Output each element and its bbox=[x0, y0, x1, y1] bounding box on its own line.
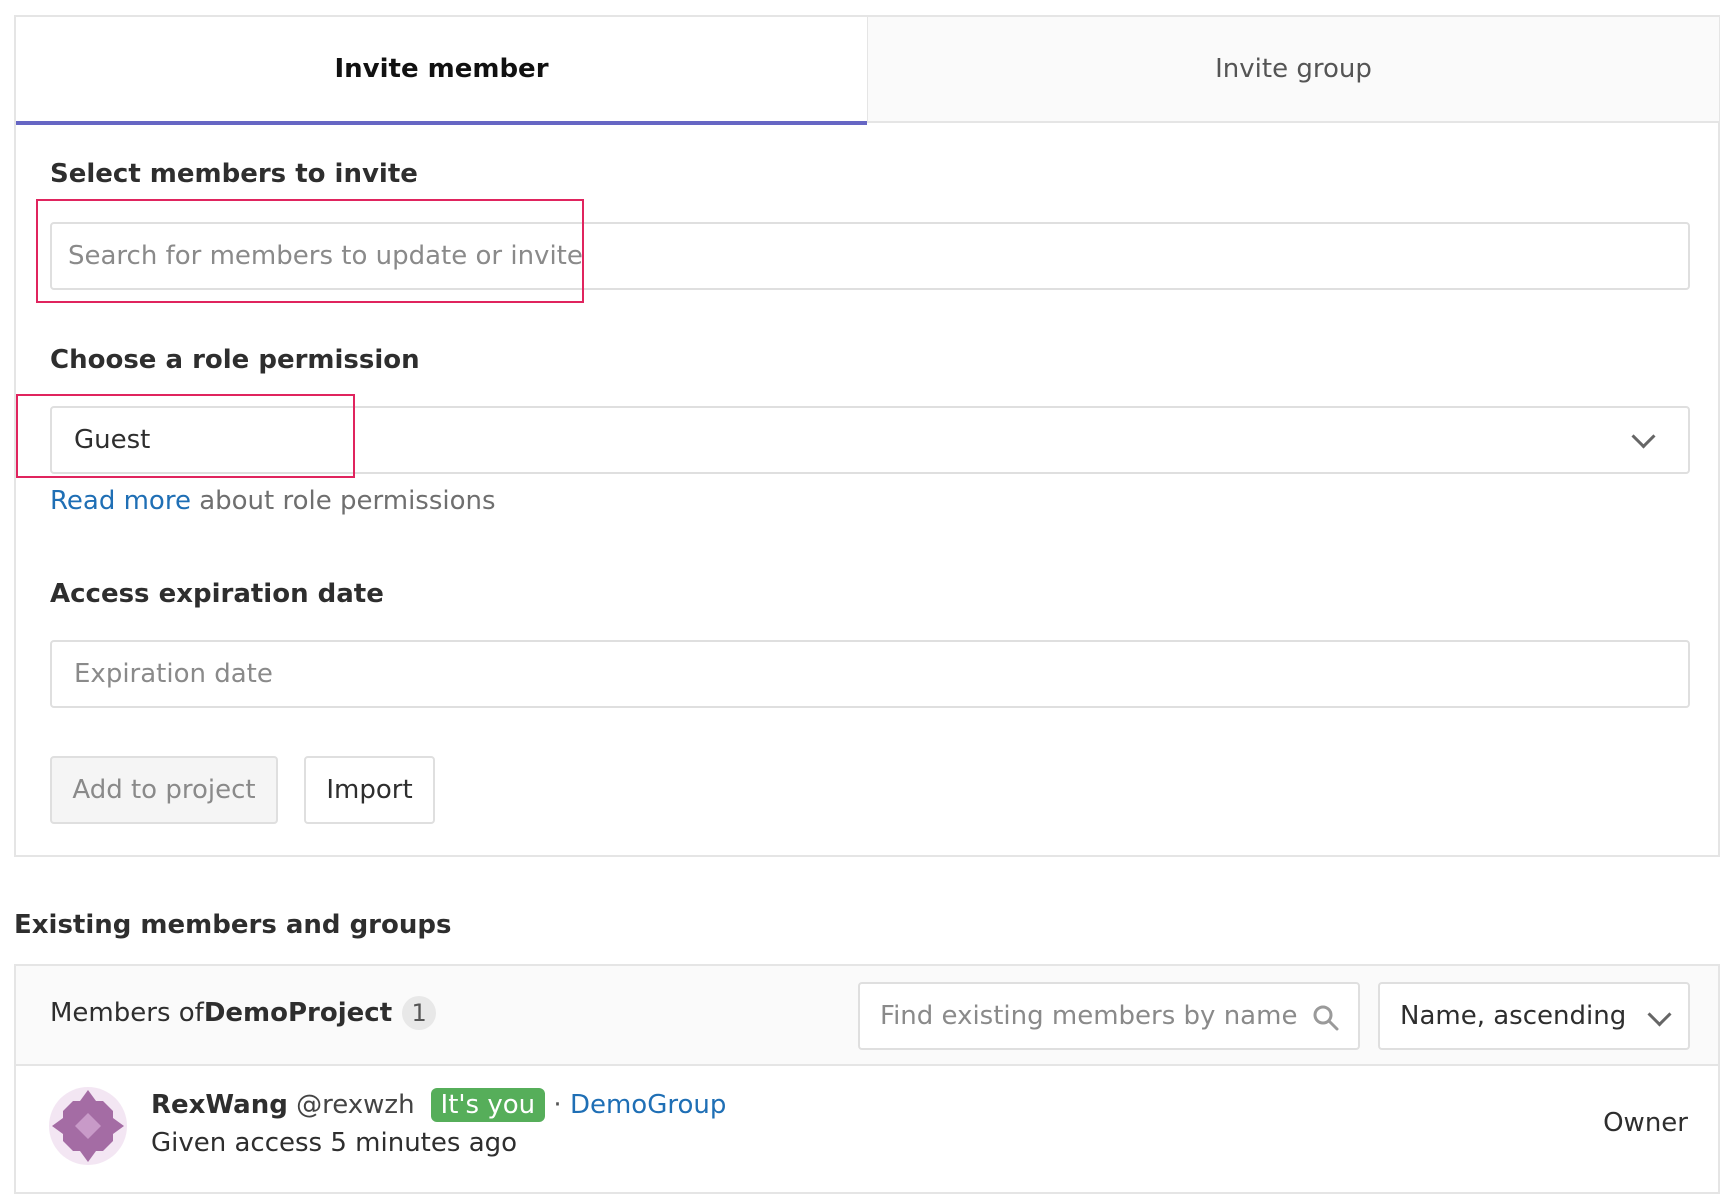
member-identity: RexWang @rexwzh It's you · DemoGroup bbox=[151, 1088, 726, 1122]
chevron-down-icon bbox=[1631, 424, 1656, 449]
member-filter-placeholder: Find existing members by name bbox=[880, 1001, 1298, 1031]
members-of-title: Members of DemoProject 1 bbox=[50, 996, 437, 1030]
add-to-project-button[interactable]: Add to project bbox=[50, 756, 278, 824]
select-members-label: Select members to invite bbox=[50, 159, 418, 189]
highlight-box-search bbox=[36, 199, 584, 303]
member-filter-input[interactable]: Find existing members by name bbox=[858, 982, 1360, 1050]
member-group-link[interactable]: DemoGroup bbox=[570, 1090, 726, 1120]
member-access-time: Given access 5 minutes ago bbox=[151, 1128, 518, 1158]
expiration-label: Access expiration date bbox=[50, 579, 384, 609]
role-label: Choose a role permission bbox=[50, 345, 420, 375]
members-header: Members of DemoProject 1 Find existing m… bbox=[16, 966, 1718, 1066]
members-of-prefix: Members of bbox=[50, 998, 204, 1028]
chevron-down-icon bbox=[1647, 1002, 1672, 1027]
expiration-placeholder: Expiration date bbox=[74, 659, 273, 689]
expiration-date-input[interactable]: Expiration date bbox=[50, 640, 1690, 708]
tab-invite-member[interactable]: Invite member bbox=[16, 17, 867, 125]
avatar-identicon[interactable] bbox=[49, 1087, 127, 1165]
member-row: RexWang @rexwzh It's you · DemoGroup Giv… bbox=[16, 1066, 1718, 1192]
member-username: @rexwzh bbox=[296, 1090, 415, 1120]
search-icon bbox=[1313, 1005, 1339, 1031]
member-count-badge: 1 bbox=[402, 996, 437, 1030]
existing-members-heading: Existing members and groups bbox=[14, 910, 452, 940]
member-name[interactable]: RexWang bbox=[151, 1090, 288, 1120]
read-more-link[interactable]: Read more bbox=[50, 486, 191, 516]
sort-select-value: Name, ascending bbox=[1400, 1001, 1627, 1031]
import-button[interactable]: Import bbox=[304, 756, 435, 824]
member-role: Owner bbox=[1603, 1108, 1688, 1138]
project-name: DemoProject bbox=[203, 998, 393, 1028]
role-help-suffix: about role permissions bbox=[190, 486, 496, 516]
separator-dot: · bbox=[553, 1090, 562, 1120]
members-panel: Members of DemoProject 1 Find existing m… bbox=[14, 964, 1720, 1194]
highlight-box-role bbox=[16, 394, 355, 478]
sort-select[interactable]: Name, ascending bbox=[1378, 982, 1690, 1050]
tab-invite-group[interactable]: Invite group bbox=[867, 17, 1719, 123]
its-you-badge: It's you bbox=[430, 1088, 546, 1122]
invite-tabs: Invite member Invite group bbox=[16, 17, 1719, 125]
invite-panel: Invite member Invite group Select member… bbox=[14, 15, 1720, 857]
role-help-text: Read more about role permissions bbox=[50, 486, 496, 516]
